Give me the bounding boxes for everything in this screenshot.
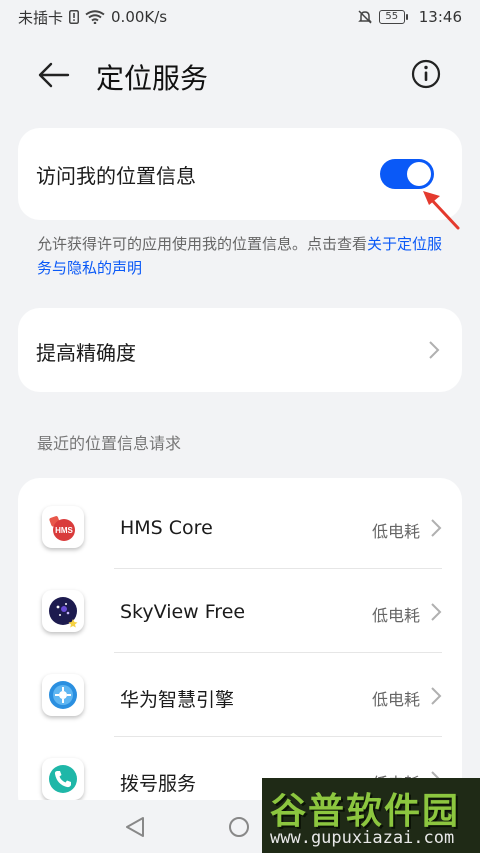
page-title: 定位服务	[96, 62, 209, 95]
app-name: 华为智慧引擎	[120, 689, 235, 711]
location-access-switch[interactable]	[380, 159, 434, 189]
list-item-huawei-engine[interactable]: 华为智慧引擎 低电耗	[18, 652, 462, 736]
app-header: 定位服务	[0, 44, 480, 106]
back-button[interactable]	[34, 57, 74, 93]
chevron-right-icon	[431, 519, 442, 537]
hms-core-icon: HMS	[42, 506, 84, 548]
status-bar: 未插卡 0.00K/s 55 13:46	[0, 0, 480, 34]
info-icon	[411, 59, 441, 89]
network-speed: 0.00K/s	[111, 8, 168, 26]
chevron-right-icon	[429, 341, 440, 359]
recent-requests-title: 最近的位置信息请求	[37, 434, 182, 453]
location-access-label: 访问我的位置信息	[36, 164, 196, 188]
description-text: 允许获得许可的应用使用我的位置信息。点击查看	[37, 235, 368, 253]
clock: 13:46	[418, 8, 462, 26]
nav-back-icon[interactable]	[124, 816, 146, 838]
improve-accuracy-item[interactable]: 提高精确度	[18, 308, 462, 392]
arrow-left-icon	[38, 62, 70, 88]
app-name: SkyView Free	[120, 601, 246, 623]
list-item-hms-core[interactable]: HMS HMS Core 低电耗	[18, 484, 462, 568]
info-button[interactable]	[410, 58, 442, 90]
nav-home-icon[interactable]	[228, 816, 250, 838]
app-name: 拨号服务	[120, 773, 197, 795]
improve-accuracy-label: 提高精确度	[36, 341, 136, 365]
power-usage: 低电耗	[371, 606, 420, 625]
sim-alert-icon	[69, 10, 80, 24]
privacy-description: 允许获得许可的应用使用我的位置信息。点击查看关于定位服务与隐私的声明	[37, 232, 447, 280]
chevron-right-icon	[431, 603, 442, 621]
switch-knob	[407, 162, 431, 186]
watermark-url: www.gupuxiazai.com	[270, 828, 455, 848]
location-access-card: 访问我的位置信息	[18, 128, 462, 220]
power-usage: 低电耗	[371, 522, 420, 541]
skyview-icon	[42, 590, 84, 632]
annotation-arrow-icon	[423, 191, 460, 230]
recent-requests-list: HMS HMS Core 低电耗 SkyView Free 低电耗 华为智慧引擎…	[18, 478, 462, 818]
chevron-right-icon	[431, 687, 442, 705]
wifi-icon	[85, 10, 105, 24]
status-left: 未插卡 0.00K/s	[18, 7, 167, 28]
huawei-engine-icon	[42, 674, 84, 716]
battery-indicator: 55	[378, 10, 408, 24]
svg-text:HMS: HMS	[55, 526, 73, 535]
dialer-icon	[42, 758, 84, 800]
status-right: 55 13:46	[357, 8, 462, 26]
sim-status: 未插卡	[18, 8, 64, 27]
watermark: 谷普软件园 www.gupuxiazai.com	[262, 778, 480, 853]
app-name: HMS Core	[120, 517, 213, 539]
power-usage: 低电耗	[371, 690, 420, 709]
mute-bell-icon	[357, 9, 373, 25]
list-item-skyview[interactable]: SkyView Free 低电耗	[18, 568, 462, 652]
watermark-title: 谷普软件园	[270, 791, 461, 832]
